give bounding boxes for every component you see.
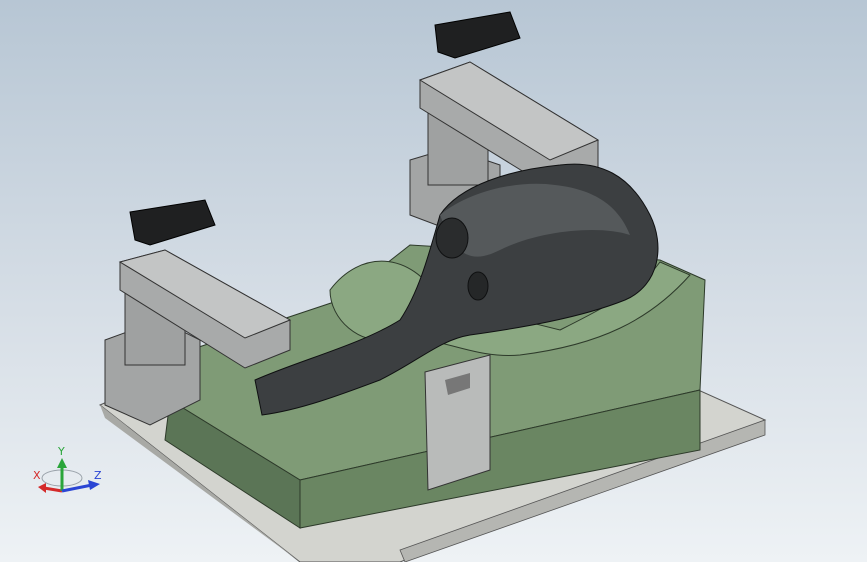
x-axis-head <box>38 483 46 493</box>
left-clamp-pad <box>129 199 216 246</box>
cad-viewport[interactable]: X Y Z <box>0 0 867 562</box>
cast-part-boss <box>435 217 469 259</box>
y-axis-label: Y <box>57 446 65 458</box>
y-axis-head <box>57 458 67 468</box>
x-axis-label: X <box>33 469 41 482</box>
locating-plate <box>424 354 491 491</box>
z-axis-label: Z <box>94 469 102 482</box>
x-axis-arrow <box>43 486 63 493</box>
cast-part-hole <box>467 271 489 301</box>
fixture-model-render <box>99 11 767 562</box>
coordinate-triad: X Y Z <box>33 446 102 493</box>
right-clamp-pad <box>434 11 521 59</box>
